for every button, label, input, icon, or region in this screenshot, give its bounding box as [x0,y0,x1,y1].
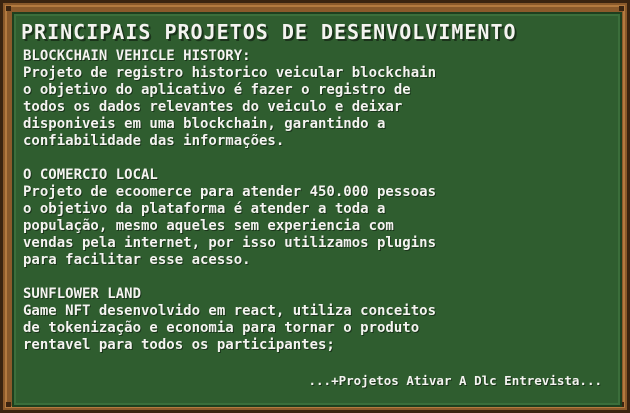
project-description: Projeto de registro historico veicular b… [23,65,437,149]
project-item: BLOCKCHAIN VEHICLE HISTORY: Projeto de r… [23,48,615,150]
project-name: BLOCKCHAIN VEHICLE HISTORY: [23,48,251,64]
nail-icon [6,6,11,11]
project-name: SUNFLOWER LAND [23,286,142,302]
wooden-frame: PRINCIPAIS PROJETOS DE DESENVOLVIMENTO B… [0,0,630,413]
project-description: Game NFT desenvolvido em react, utiliza … [23,303,437,353]
board-title: PRINCIPAIS PROJETOS DE DESENVOLVIMENTO [21,20,517,44]
more-projects-footer: ...+Projetos Ativar A Dlc Entrevista... [309,373,603,389]
project-name: O COMERCIO LOCAL [23,167,158,183]
nail-icon [619,6,624,11]
more-projects-link[interactable]: ...+Projetos Ativar A Dlc Entrevista... [309,373,603,388]
nail-icon [6,402,11,407]
project-description: Projeto de ecoomerce para atender 450.00… [23,184,437,268]
chalkboard-panel: PRINCIPAIS PROJETOS DE DESENVOLVIMENTO B… [12,12,622,407]
project-list: BLOCKCHAIN VEHICLE HISTORY: Projeto de r… [23,48,615,371]
project-item: SUNFLOWER LAND Game NFT desenvolvido em … [23,286,615,354]
project-item: O COMERCIO LOCAL Projeto de ecoomerce pa… [23,167,615,269]
